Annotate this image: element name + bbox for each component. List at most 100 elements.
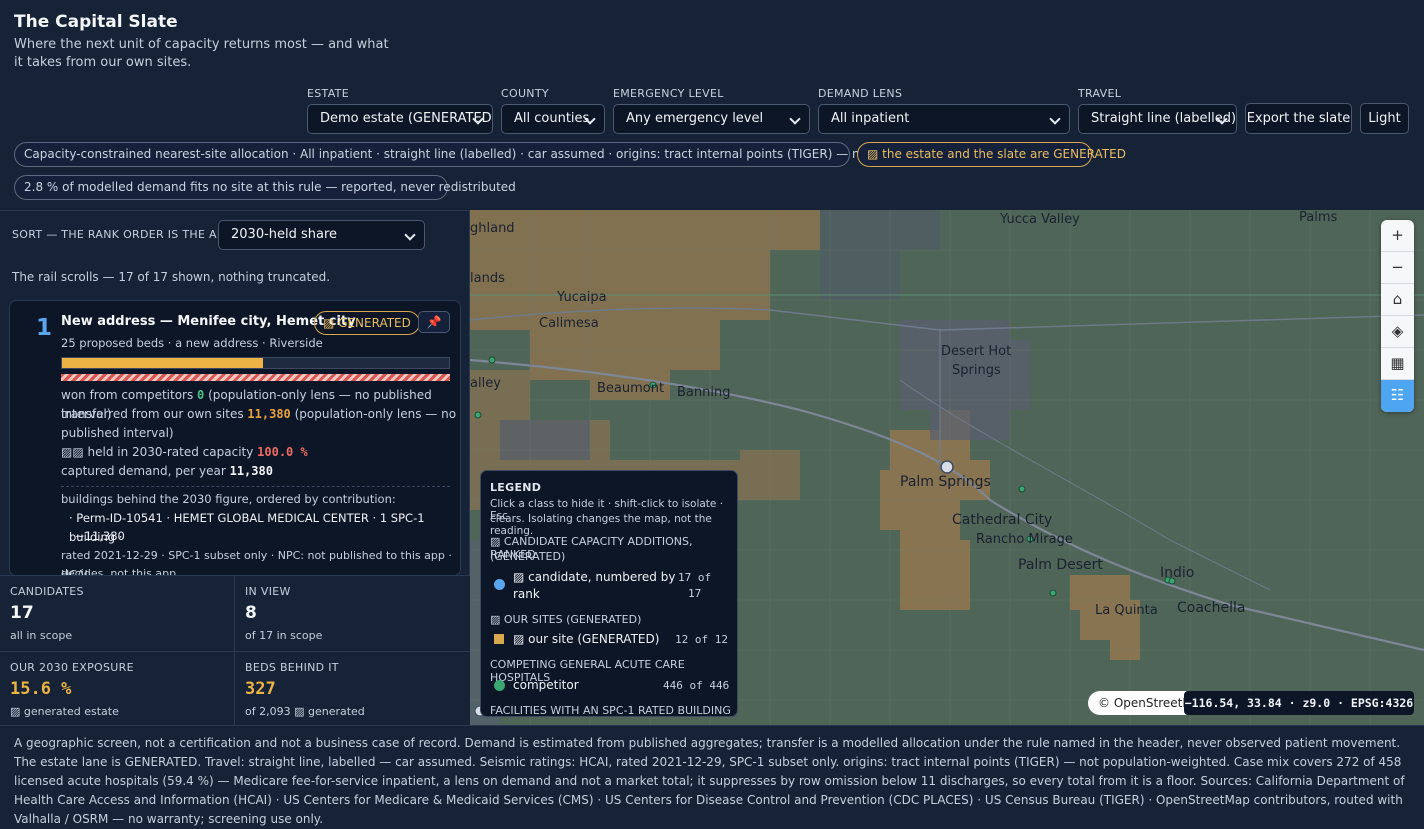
plus-icon: + — [1391, 226, 1404, 244]
legend-section-our-sites: ▨ OUR SITES (GENERATED) — [490, 613, 642, 626]
legend-title: LEGEND — [490, 481, 542, 494]
stat-value: 17 — [10, 603, 34, 623]
stat-candidates: CANDIDATES 17 all in scope — [0, 576, 235, 652]
svg-text:Palm Springs: Palm Springs — [900, 474, 991, 490]
unserved-chip: 2.8 % of modelled demand fits no site at… — [14, 175, 516, 200]
stat-sub: all in scope — [10, 629, 73, 642]
county-label: COUNTY — [501, 87, 549, 100]
held-share-fill — [62, 358, 264, 368]
generated-chip: ▨ the estate and the slate are GENERATED — [857, 142, 1126, 167]
transferred-line: transferred from our own sites 11,380 (p… — [61, 407, 457, 421]
svg-text:lands: lands — [470, 271, 505, 286]
svg-text:Yucca Valley: Yucca Valley — [999, 212, 1080, 227]
svg-text:Palm Desert: Palm Desert — [1018, 557, 1103, 573]
candidate-title: New address — Menifee city, Hemet city — [61, 314, 356, 329]
zoom-out-button[interactable]: − — [1381, 252, 1414, 284]
svg-text:ghland: ghland — [470, 221, 515, 236]
travel-select[interactable]: Straight line (labelled) — [1078, 104, 1237, 134]
held-value: 100.0 % — [257, 445, 308, 459]
held-share-bar — [61, 357, 450, 369]
export-button[interactable]: Export the slate — [1245, 103, 1352, 134]
rail: SORT — THE RANK ORDER IS THE APP 2030-he… — [0, 210, 470, 728]
legend-item-count: 12 of 12 — [675, 633, 728, 646]
map[interactable]: Yucca Valley Palms ghland Yucaipa Calime… — [470, 210, 1424, 725]
svg-text:Cathedral City: Cathedral City — [952, 512, 1052, 528]
candidate-marker[interactable] — [940, 460, 954, 474]
captured-line: captured demand, per year 11,380 — [61, 464, 273, 478]
list-icon: ☷ — [1390, 386, 1405, 404]
basemap-button[interactable]: ▦ — [1381, 348, 1414, 380]
svg-text:Beaumont: Beaumont — [597, 381, 664, 396]
zoom-in-button[interactable]: + — [1381, 220, 1414, 252]
sort-select[interactable]: 2030-held share — [218, 220, 425, 250]
app-subtitle: Where the next unit of capacity returns … — [14, 37, 389, 70]
svg-text:La Quinta: La Quinta — [1095, 603, 1158, 618]
competitor-swatch — [494, 680, 505, 691]
building-item-cont: ~11,380 — [75, 529, 125, 543]
svg-text:Rancho Mirage: Rancho Mirage — [976, 532, 1073, 547]
legend-item-count: 446 of 446 — [663, 679, 730, 692]
home-icon: ⌂ — [1392, 290, 1403, 308]
transfer-bar — [61, 374, 450, 381]
svg-text:Calimesa: Calimesa — [539, 316, 599, 331]
legend-section-spc1: FACILITIES WITH AN SPC-1 RATED BUILDING — [490, 704, 731, 717]
stat-value: 327 — [245, 679, 276, 699]
estate-select[interactable]: Demo estate (GENERATED) — [307, 104, 493, 134]
demand-label: DEMAND LENS — [818, 87, 903, 100]
svg-text:Desert Hot: Desert Hot — [941, 344, 1011, 359]
legend-section-candidates-cont: (GENERATED) — [490, 550, 566, 563]
stat-value: 8 — [245, 603, 257, 623]
candidate-card[interactable]: 1 New address — Menifee city, Hemet city… — [9, 300, 461, 576]
emergency-label: EMERGENCY LEVEL — [613, 87, 724, 100]
map-icon: ▦ — [1390, 354, 1405, 372]
stat-value: 15.6 % — [10, 679, 72, 699]
map-toolbar: + − ⌂ ◈ ▦ ☷ — [1381, 220, 1414, 412]
stat-exposure: OUR 2030 EXPOSURE 15.6 % ▨ generated est… — [0, 652, 235, 728]
svg-text:Banning: Banning — [677, 385, 730, 400]
rail-note: The rail scrolls — 17 of 17 shown, nothi… — [12, 270, 331, 284]
county-select[interactable]: All counties — [501, 104, 605, 134]
building-item: · Perm-ID-10541 · HEMET GLOBAL MEDICAL C… — [69, 511, 425, 544]
pin-icon: 📌 — [426, 315, 442, 329]
svg-text:Coachella: Coachella — [1177, 600, 1245, 616]
app-title: The Capital Slate — [14, 12, 178, 32]
stat-label: IN VIEW — [245, 585, 291, 598]
candidate-swatch — [494, 579, 505, 590]
legend-item-count: 17 of — [678, 571, 712, 584]
coordinate-readout: −116.54, 33.84 · z9.0 · EPSG:4326 — [1184, 691, 1414, 715]
captured-value: 11,380 — [229, 464, 273, 478]
candidate-rank: 1 — [36, 315, 53, 341]
legend-panel: LEGEND Click a class to hide it · shift-… — [480, 470, 738, 717]
transferred-line-cont: published interval) — [61, 426, 174, 440]
footer-disclaimer: A geographic screen, not a certification… — [0, 725, 1424, 826]
method-chip: Capacity-constrained nearest-site alloca… — [14, 142, 999, 167]
stat-sub: ▨ generated estate — [10, 705, 119, 718]
card-divider — [61, 486, 450, 487]
stat-sub: of 17 in scope — [245, 629, 323, 642]
header: The Capital Slate Where the next unit of… — [0, 0, 1424, 210]
minus-icon: − — [1391, 258, 1404, 276]
transferred-value: 11,380 — [247, 407, 291, 421]
svg-text:Springs: Springs — [952, 363, 1001, 378]
generated-badge: ▨ GENERATED — [314, 311, 420, 335]
layers-button[interactable]: ◈ — [1381, 316, 1414, 348]
svg-text:Yucaipa: Yucaipa — [556, 290, 607, 305]
theme-toggle-button[interactable]: Light — [1360, 103, 1409, 134]
svg-text:alley: alley — [470, 376, 501, 391]
emergency-select[interactable]: Any emergency level — [613, 104, 810, 134]
pin-button[interactable]: 📌 — [418, 311, 450, 333]
legend-item-count-cont: 17 — [688, 587, 702, 600]
legend-button[interactable]: ☷ — [1381, 380, 1414, 412]
home-button[interactable]: ⌂ — [1381, 284, 1414, 316]
stat-beds: BEDS BEHIND IT 327 of 2,093 ▨ generated — [235, 652, 470, 728]
stat-sub: of 2,093 ▨ generated — [245, 705, 365, 718]
buildings-heading: buildings behind the 2030 figure, ordere… — [61, 492, 396, 506]
attribution-link[interactable]: © OpenStreetMap contributors — [1088, 691, 1198, 715]
stat-label: CANDIDATES — [10, 585, 84, 598]
stat-label: BEDS BEHIND IT — [245, 661, 339, 674]
held-line: ▨▨ held in 2030-rated capacity 100.0 % — [61, 445, 308, 459]
legend-item-label: competitor — [513, 678, 579, 692]
estate-label: ESTATE — [307, 87, 349, 100]
demand-select[interactable]: All inpatient — [818, 104, 1070, 134]
stat-label: OUR 2030 EXPOSURE — [10, 661, 134, 674]
